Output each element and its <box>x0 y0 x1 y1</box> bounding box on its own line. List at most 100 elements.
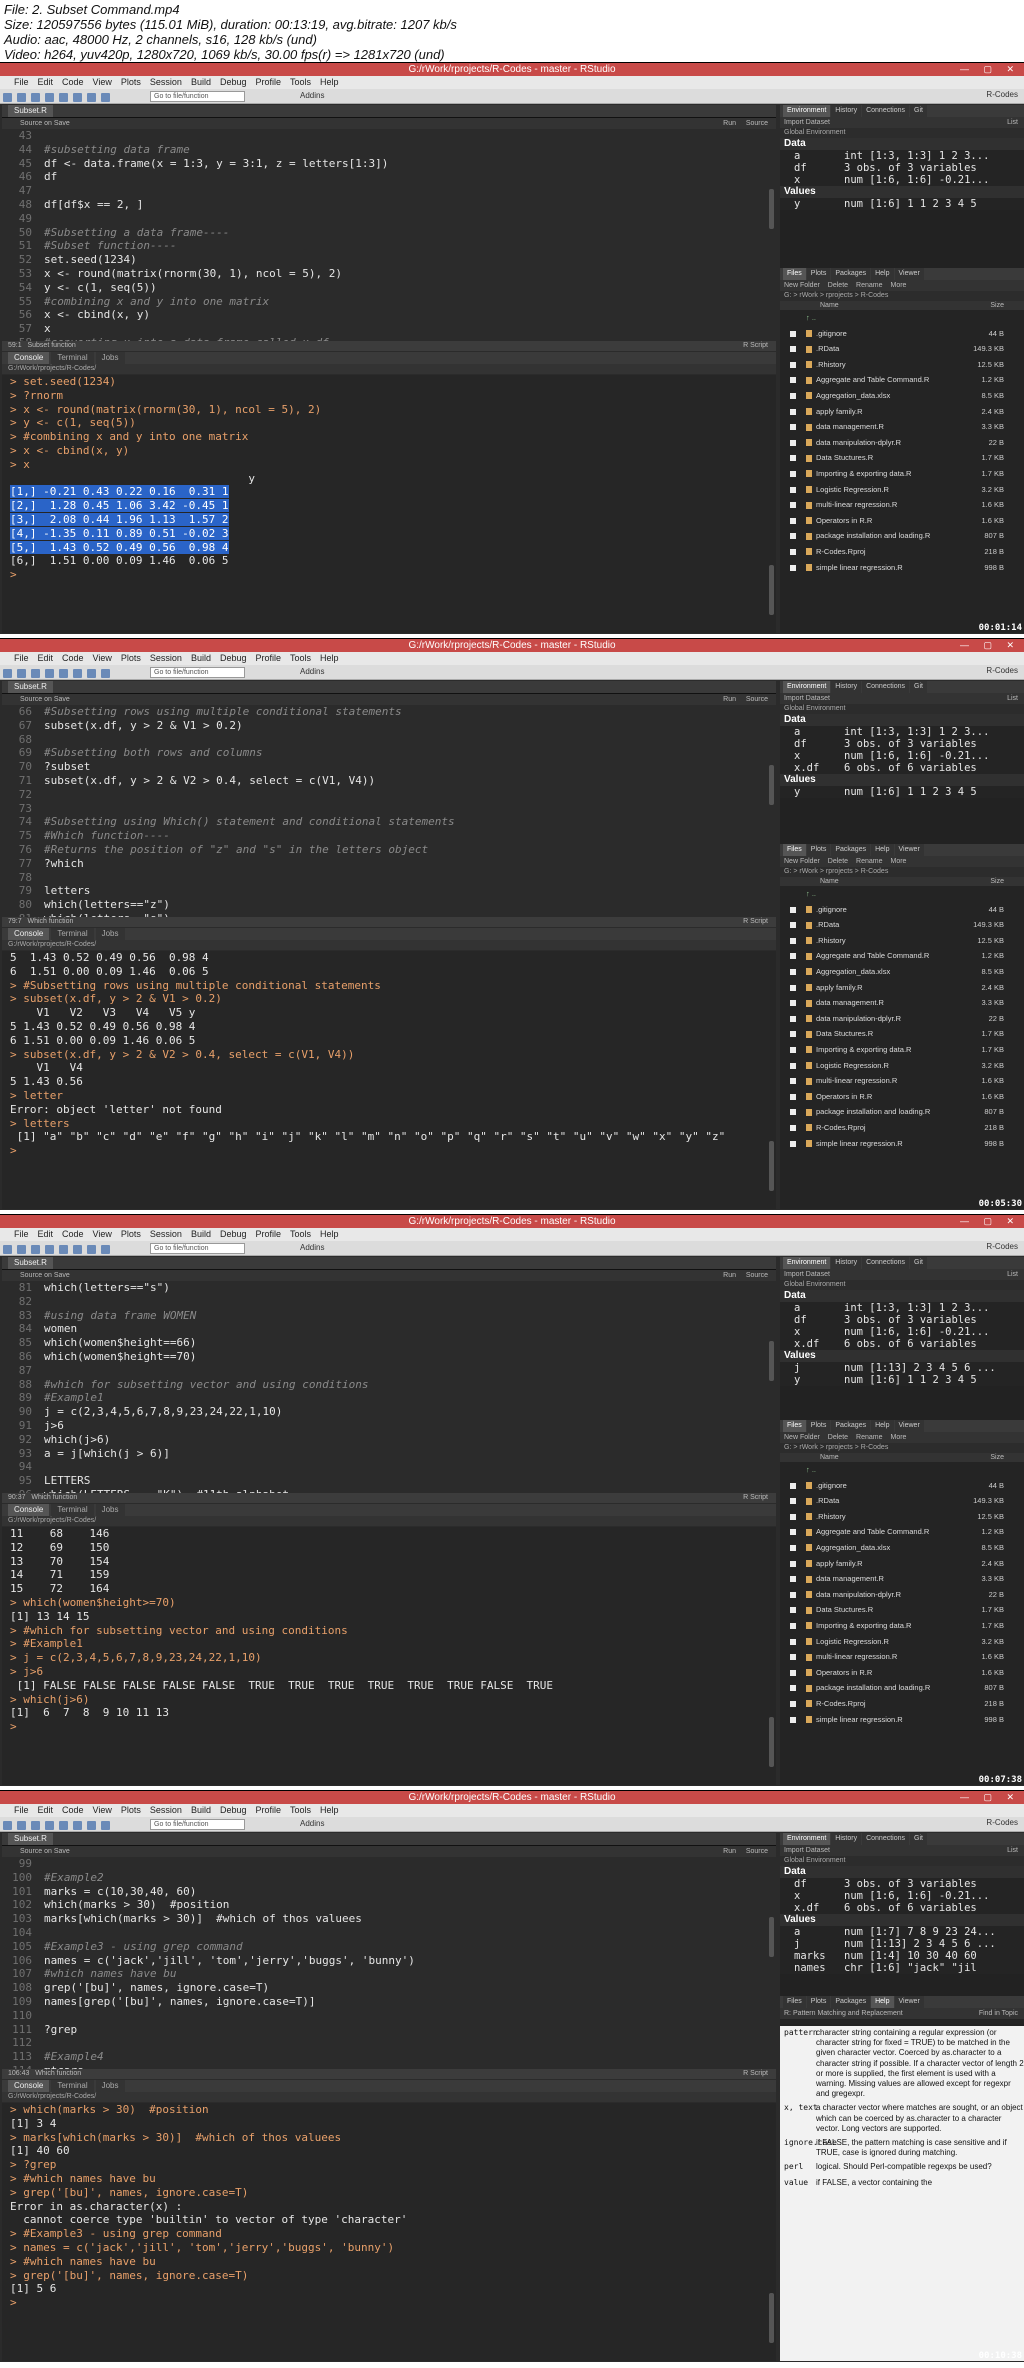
files-col-name[interactable]: Name <box>820 1454 839 1461</box>
files-tab[interactable]: Help <box>871 1420 894 1432</box>
menu-item[interactable]: Edit <box>38 77 54 87</box>
toolbar-icon[interactable] <box>73 1245 82 1254</box>
toolbar-icon[interactable] <box>59 1245 68 1254</box>
console-scrollbar[interactable] <box>769 1141 774 1191</box>
editor-scrollbar[interactable] <box>769 765 774 805</box>
toolbar-icon[interactable] <box>3 1821 12 1830</box>
parent-dir-row[interactable]: ↑ .. <box>780 310 1024 326</box>
env-row[interactable]: x num [1:6, 1:6] -0.21... <box>784 174 1024 186</box>
editor-scrollbar[interactable] <box>769 1341 774 1381</box>
file-name[interactable]: apply family.R <box>816 1559 863 1568</box>
file-row[interactable]: Logistic Regression.R 3.2 KB <box>780 1058 1024 1074</box>
project-menu[interactable]: R-Codes <box>986 90 1018 99</box>
environment-selector[interactable]: Global Environment <box>780 704 1024 714</box>
console-scrollbar[interactable] <box>769 2293 774 2343</box>
window-controls[interactable]: — ▢ ✕ <box>960 1791 1020 1804</box>
file-row[interactable]: R-Codes.Rproj 218 B <box>780 544 1024 560</box>
file-checkbox[interactable] <box>790 1093 796 1100</box>
window-controls[interactable]: — ▢ ✕ <box>960 639 1020 652</box>
addins-menu[interactable]: Addins <box>300 1243 324 1252</box>
source-on-save-checkbox[interactable]: Source on Save <box>20 696 70 703</box>
menu-item[interactable]: Edit <box>38 653 54 663</box>
menu-item[interactable]: Help <box>320 1229 339 1239</box>
menu-item[interactable]: Tools <box>290 653 311 663</box>
toolbar-icon[interactable] <box>59 669 68 678</box>
menu-item[interactable]: Tools <box>290 1229 311 1239</box>
file-checkbox[interactable] <box>790 502 796 509</box>
file-name[interactable]: Data Stuctures.R <box>816 1029 873 1038</box>
r-console[interactable]: 11 68 146 12 69 150 13 70 154 14 71 159 15 7… <box>2 1527 776 1785</box>
toolbar-icon[interactable] <box>17 669 26 678</box>
file-checkbox[interactable] <box>790 377 796 384</box>
file-row[interactable]: Data Stuctures.R 1.7 KB <box>780 1602 1024 1618</box>
file-row[interactable]: data management.R 3.3 KB <box>780 1571 1024 1587</box>
file-checkbox[interactable] <box>790 424 796 431</box>
file-checkbox[interactable] <box>790 1700 796 1707</box>
file-name[interactable]: package installation and loading.R <box>816 1107 930 1116</box>
menu-item[interactable]: Build <box>191 1229 211 1239</box>
file-row[interactable]: Aggregate and Table Command.R 1.2 KB <box>780 372 1024 388</box>
addins-menu[interactable]: Addins <box>300 1819 324 1828</box>
file-checkbox[interactable] <box>790 922 796 929</box>
file-row[interactable]: apply family.R 2.4 KB <box>780 404 1024 420</box>
toolbar-icon[interactable] <box>31 669 40 678</box>
file-row[interactable]: Operators in R.R 1.6 KB <box>780 1665 1024 1681</box>
env-row[interactable]: y num [1:6] 1 1 2 3 4 5 <box>784 1374 1024 1386</box>
environment-selector[interactable]: Global Environment <box>780 1280 1024 1290</box>
file-row[interactable]: Operators in R.R 1.6 KB <box>780 513 1024 529</box>
files-tool-button[interactable]: More <box>891 1434 907 1441</box>
file-checkbox[interactable] <box>790 1109 796 1116</box>
file-row[interactable]: Importing & exporting data.R 1.7 KB <box>780 466 1024 482</box>
file-name[interactable]: Operators in R.R <box>816 1668 872 1677</box>
files-breadcrumb[interactable]: G: > rWork > rprojects > R-Codes <box>780 1443 1024 1453</box>
file-name[interactable]: Aggregation_data.xlsx <box>816 967 890 976</box>
environment-selector[interactable]: Global Environment <box>780 128 1024 138</box>
files-tab[interactable]: Viewer <box>894 844 924 856</box>
file-checkbox[interactable] <box>790 1015 796 1022</box>
env-tab[interactable]: Git <box>910 1833 927 1845</box>
env-row[interactable]: a num [1:7] 7 8 9 23 24... <box>784 1926 1024 1938</box>
console-tab[interactable]: Console <box>8 2080 50 2092</box>
menu-item[interactable]: Edit <box>38 1805 54 1815</box>
file-name[interactable]: .Rhistory <box>816 1512 846 1521</box>
console-tab[interactable]: Jobs <box>95 928 125 940</box>
menu-item[interactable]: Debug <box>220 653 247 663</box>
file-row[interactable]: R-Codes.Rproj 218 B <box>780 1696 1024 1712</box>
menu-item[interactable]: Debug <box>220 1805 247 1815</box>
run-button[interactable]: Run <box>723 1846 736 1857</box>
toolbar-icon[interactable] <box>3 669 12 678</box>
file-name[interactable]: Operators in R.R <box>816 516 872 525</box>
function-indicator[interactable]: Subset function <box>27 342 75 349</box>
files-tab[interactable]: Packages <box>831 1996 871 2008</box>
toolbar-icon[interactable] <box>17 93 26 102</box>
source-file-tab[interactable]: Subset.R <box>8 681 53 693</box>
file-row[interactable]: Aggregate and Table Command.R 1.2 KB <box>780 948 1024 964</box>
toolbar-icon[interactable] <box>73 1821 82 1830</box>
list-view-toggle[interactable]: List <box>1007 1845 1018 1856</box>
env-row[interactable]: x num [1:6, 1:6] -0.21... <box>784 1890 1024 1902</box>
toolbar-icon[interactable] <box>3 1245 12 1254</box>
editor-scrollbar[interactable] <box>769 1917 774 1957</box>
code-editor[interactable]: 81 which(letters=="s") 82 83 #using data fra… <box>2 1281 776 1493</box>
import-dataset-button[interactable]: Import Dataset <box>784 1271 830 1278</box>
file-name[interactable]: R-Codes.Rproj <box>816 1699 866 1708</box>
env-tab[interactable]: History <box>831 1257 862 1269</box>
env-row[interactable]: y num [1:6] 1 1 2 3 4 5 <box>784 198 1024 210</box>
menu-item[interactable]: File <box>14 653 29 663</box>
env-tab[interactable]: Environment <box>783 1257 831 1269</box>
source-button[interactable]: Source <box>746 694 768 705</box>
r-console[interactable]: 5 1.43 0.52 0.49 0.56 0.98 46 1.51 0.00 … <box>2 951 776 1209</box>
files-tab[interactable]: Packages <box>831 1420 871 1432</box>
files-tool-button[interactable]: Delete <box>828 282 848 289</box>
files-col-size[interactable]: Size <box>990 1453 1004 1462</box>
menu-item[interactable]: Help <box>320 1805 339 1815</box>
files-tab[interactable]: Plots <box>806 844 831 856</box>
file-name[interactable]: Data Stuctures.R <box>816 1605 873 1614</box>
file-name[interactable]: .RData <box>816 1496 839 1505</box>
editor-scrollbar[interactable] <box>769 189 774 229</box>
file-row[interactable]: .RData 149.3 KB <box>780 1493 1024 1509</box>
file-name[interactable]: Logistic Regression.R <box>816 1061 889 1070</box>
console-tab[interactable]: Console <box>8 1504 50 1516</box>
file-name[interactable]: data manipulation-dplyr.R <box>816 1590 901 1599</box>
file-row[interactable]: package installation and loading.R 807 B <box>780 1680 1024 1696</box>
